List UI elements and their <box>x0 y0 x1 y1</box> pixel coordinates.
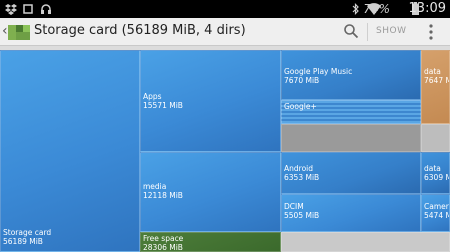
tile-free-space-name: Free space <box>143 234 184 243</box>
tile-media[interactable]: media 12118 MiB <box>140 152 281 232</box>
tile-data-apps[interactable]: data 7647 MiB <box>421 50 450 124</box>
clock: 13:09 <box>408 1 446 16</box>
tile-apps-size: 15571 MiB <box>143 101 183 110</box>
tile-dcim[interactable]: DCIM 5505 MiB <box>281 194 421 232</box>
tile-android[interactable]: Android 6353 MiB <box>281 152 421 194</box>
tile-data-media-size: 6309 MiB <box>424 173 449 182</box>
bluetooth-icon <box>352 3 359 15</box>
tile-google-plus-name: Google+ <box>284 102 317 111</box>
screen: 74% 13:09 ‹ Storage card (56189 MiB, 4 d… <box>0 0 450 252</box>
tile-android-name: Android <box>284 164 313 173</box>
tile-media-rest[interactable] <box>281 232 450 252</box>
tile-media-name: media <box>143 182 167 191</box>
tile-storage-card-size: 56189 MiB <box>3 237 43 246</box>
tile-free-space[interactable]: Free space 28306 MiB <box>140 232 281 252</box>
battery-percent: 74% <box>363 2 390 16</box>
tile-data-apps-size: 7647 MiB <box>424 76 449 85</box>
tile-camera-size: 5474 MiB <box>424 211 449 220</box>
tile-camera-name: Camera <box>424 202 449 211</box>
app-icon[interactable] <box>8 22 30 42</box>
tile-storage-card-name: Storage card <box>3 228 52 237</box>
tile-data-apps-name: data <box>424 67 441 76</box>
tile-android-size: 6353 MiB <box>284 173 320 182</box>
overflow-menu-icon[interactable] <box>425 23 437 41</box>
tile-dcim-name: DCIM <box>284 202 304 211</box>
tile-google-plus[interactable]: Google+ <box>281 100 421 124</box>
back-chevron-icon[interactable]: ‹ <box>2 23 8 39</box>
dropbox-icon <box>5 4 17 15</box>
search-icon[interactable] <box>343 23 359 39</box>
tile-apps[interactable]: Apps 15571 MiB <box>140 50 281 152</box>
tile-data-apps-rest[interactable] <box>421 124 450 152</box>
tile-google-play-music[interactable]: Google Play Music 7670 MiB <box>281 50 421 100</box>
tile-data-media[interactable]: data 6309 MiB <box>421 152 450 194</box>
status-bar: 74% 13:09 <box>0 0 450 18</box>
show-button[interactable]: SHOW <box>376 26 406 36</box>
action-bar: ‹ Storage card (56189 MiB, 4 dirs) SHOW <box>0 18 450 46</box>
tile-google-play-music-name: Google Play Music <box>284 67 353 76</box>
square-icon <box>23 4 33 14</box>
storage-treemap: Storage card 56189 MiB Apps 15571 MiB Go… <box>0 46 450 252</box>
tile-free-space-size: 28306 MiB <box>143 243 183 252</box>
page-title: Storage card (56189 MiB, 4 dirs) <box>34 23 246 38</box>
action-divider <box>367 23 368 41</box>
tile-media-size: 12118 MiB <box>143 191 183 200</box>
tile-other-apps[interactable] <box>281 124 421 152</box>
tile-camera[interactable]: Camera 5474 MiB <box>421 194 450 232</box>
tile-data-media-name: data <box>424 164 441 173</box>
headphones-icon <box>41 4 51 14</box>
tile-storage-card[interactable]: Storage card 56189 MiB <box>0 50 140 252</box>
tile-google-play-music-size: 7670 MiB <box>284 76 320 85</box>
tile-dcim-size: 5505 MiB <box>284 211 320 220</box>
tile-apps-name: Apps <box>143 92 162 101</box>
